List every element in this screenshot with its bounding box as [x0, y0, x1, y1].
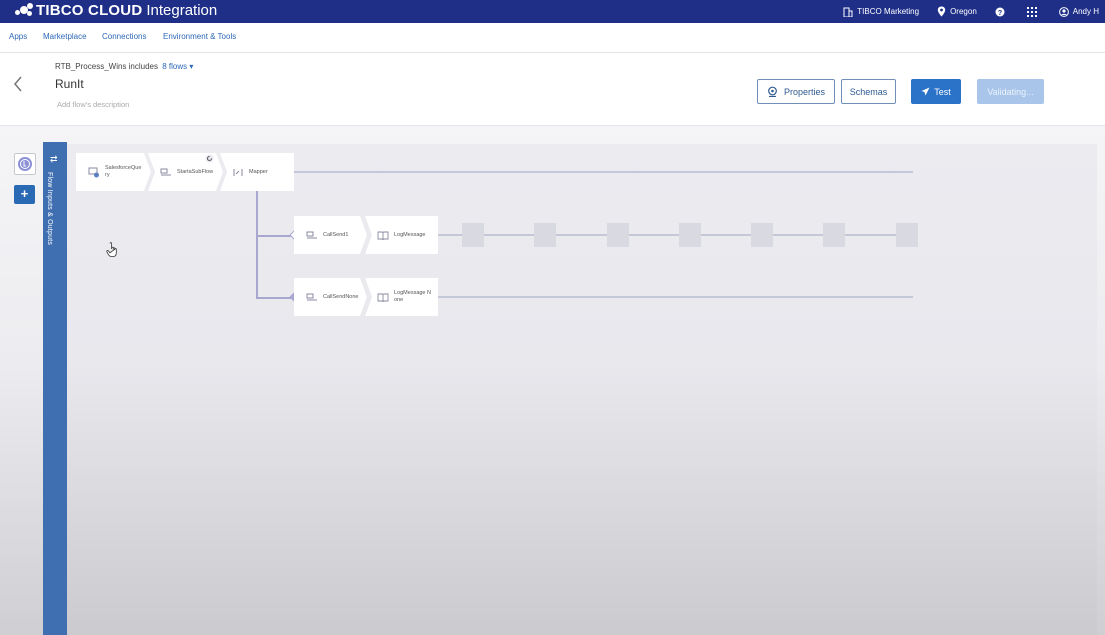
- swap-icon: ⇄: [50, 154, 58, 164]
- empty-activity-slot[interactable]: [462, 223, 484, 247]
- subflow-icon: [306, 230, 318, 241]
- activity-label: CallSendNone: [323, 293, 359, 300]
- activity-callsend1[interactable]: CallSend1: [294, 216, 367, 254]
- brand-name: TIBCO CLOUD: [36, 1, 143, 19]
- empty-activity-slot[interactable]: [751, 223, 773, 247]
- activity-label: SalesforceQuery: [105, 165, 142, 178]
- activity-label: LogMessage: [394, 231, 426, 238]
- empty-activity-slot[interactable]: [823, 223, 845, 247]
- trigger-toggle-button[interactable]: [14, 153, 36, 175]
- branch-vertical-line: [256, 190, 258, 298]
- building-icon: [843, 7, 853, 17]
- apps-grid-button[interactable]: [1026, 6, 1041, 17]
- mapper-icon: [233, 168, 243, 176]
- schemas-label: Schemas: [849, 86, 888, 97]
- user-icon: [1058, 6, 1069, 17]
- top-bar: TIBCO CLOUD Integration TIBCO Marketing …: [0, 0, 1105, 23]
- salesforce-icon: [88, 167, 100, 178]
- region-name: Oregon: [950, 7, 977, 16]
- user-menu[interactable]: Andy H: [1058, 6, 1099, 17]
- properties-label: Properties: [783, 86, 826, 97]
- nav-connections[interactable]: Connections: [102, 32, 146, 41]
- activity-label: CallSend1: [323, 231, 349, 238]
- validating-button: Validating...: [977, 79, 1044, 104]
- svg-text:?: ?: [998, 10, 1002, 17]
- location-pin-icon: [937, 6, 946, 17]
- subflow-icon: [160, 167, 172, 178]
- schemas-button[interactable]: Schemas: [841, 79, 896, 104]
- empty-activity-slot[interactable]: [679, 223, 701, 247]
- help-button[interactable]: ?: [995, 7, 1009, 17]
- flows-dropdown[interactable]: 8 flows ▾: [162, 62, 193, 71]
- org-selector[interactable]: TIBCO Marketing: [843, 7, 919, 17]
- rocket-icon: [921, 87, 930, 96]
- main-row-line: [294, 171, 913, 173]
- activity-mapper[interactable]: Mapper: [220, 153, 294, 191]
- activity-label: StartaSubFlow: [177, 168, 214, 175]
- nav-environment-tools[interactable]: Environment & Tools: [163, 32, 236, 41]
- trigger-icon: [18, 157, 32, 171]
- branch1-connector: [256, 235, 294, 237]
- subflow-icon: [306, 292, 318, 303]
- branch2-connector: [256, 297, 294, 299]
- add-trigger-button[interactable]: +: [14, 185, 35, 204]
- settings-icon: [768, 86, 777, 97]
- nav-marketplace[interactable]: Marketplace: [43, 32, 87, 41]
- test-label: Test: [934, 86, 951, 97]
- log-book-icon: [377, 293, 389, 302]
- empty-activity-slot[interactable]: [607, 223, 629, 247]
- empty-activity-slot[interactable]: [896, 223, 918, 247]
- test-button[interactable]: Test: [911, 79, 961, 104]
- grid-icon: [1026, 6, 1037, 17]
- help-icon: ?: [995, 7, 1005, 17]
- activity-salesforce-query[interactable]: SalesforceQuery: [76, 153, 151, 191]
- brand-logo[interactable]: TIBCO CLOUD Integration: [14, 1, 217, 19]
- flow-io-panel[interactable]: ⇄ Flow Inputs & Outputs: [43, 142, 67, 635]
- empty-activity-slot[interactable]: [534, 223, 556, 247]
- branch2-line: [438, 296, 913, 298]
- org-name: TIBCO Marketing: [857, 7, 920, 16]
- validating-label: Validating...: [987, 86, 1034, 97]
- flow-description-field[interactable]: Add flow's description: [57, 100, 129, 109]
- brand-product: Integration: [146, 1, 218, 19]
- activity-label: Mapper: [249, 168, 268, 175]
- flow-title[interactable]: RunIt: [55, 77, 84, 91]
- region-selector[interactable]: Oregon: [937, 6, 977, 17]
- hand-cursor-icon: [106, 242, 117, 257]
- flow-design-area[interactable]: [67, 144, 1097, 635]
- flow-header: RTB_Process_Wins includes 8 flows ▾ RunI…: [0, 53, 1105, 126]
- activity-label: LogMessage None: [394, 290, 431, 303]
- back-arrow-icon[interactable]: [12, 75, 24, 93]
- nav-apps[interactable]: Apps: [9, 32, 27, 41]
- activity-logmessage[interactable]: LogMessage: [365, 216, 438, 254]
- refresh-icon[interactable]: [205, 154, 214, 163]
- activity-callsendnone[interactable]: CallSendNone: [294, 278, 367, 316]
- properties-button[interactable]: Properties: [757, 79, 835, 104]
- tibco-logo-icon: [14, 1, 34, 19]
- breadcrumb: RTB_Process_Wins includes 8 flows ▾: [55, 62, 193, 71]
- main-nav: Apps Marketplace Connections Environment…: [0, 23, 1105, 53]
- log-book-icon: [377, 231, 389, 240]
- app-name: RTB_Process_Wins includes: [55, 62, 159, 71]
- flow-io-label: Flow Inputs & Outputs: [46, 172, 53, 246]
- activity-logmessage-none[interactable]: LogMessage None: [365, 278, 438, 316]
- user-name: Andy H: [1072, 7, 1099, 16]
